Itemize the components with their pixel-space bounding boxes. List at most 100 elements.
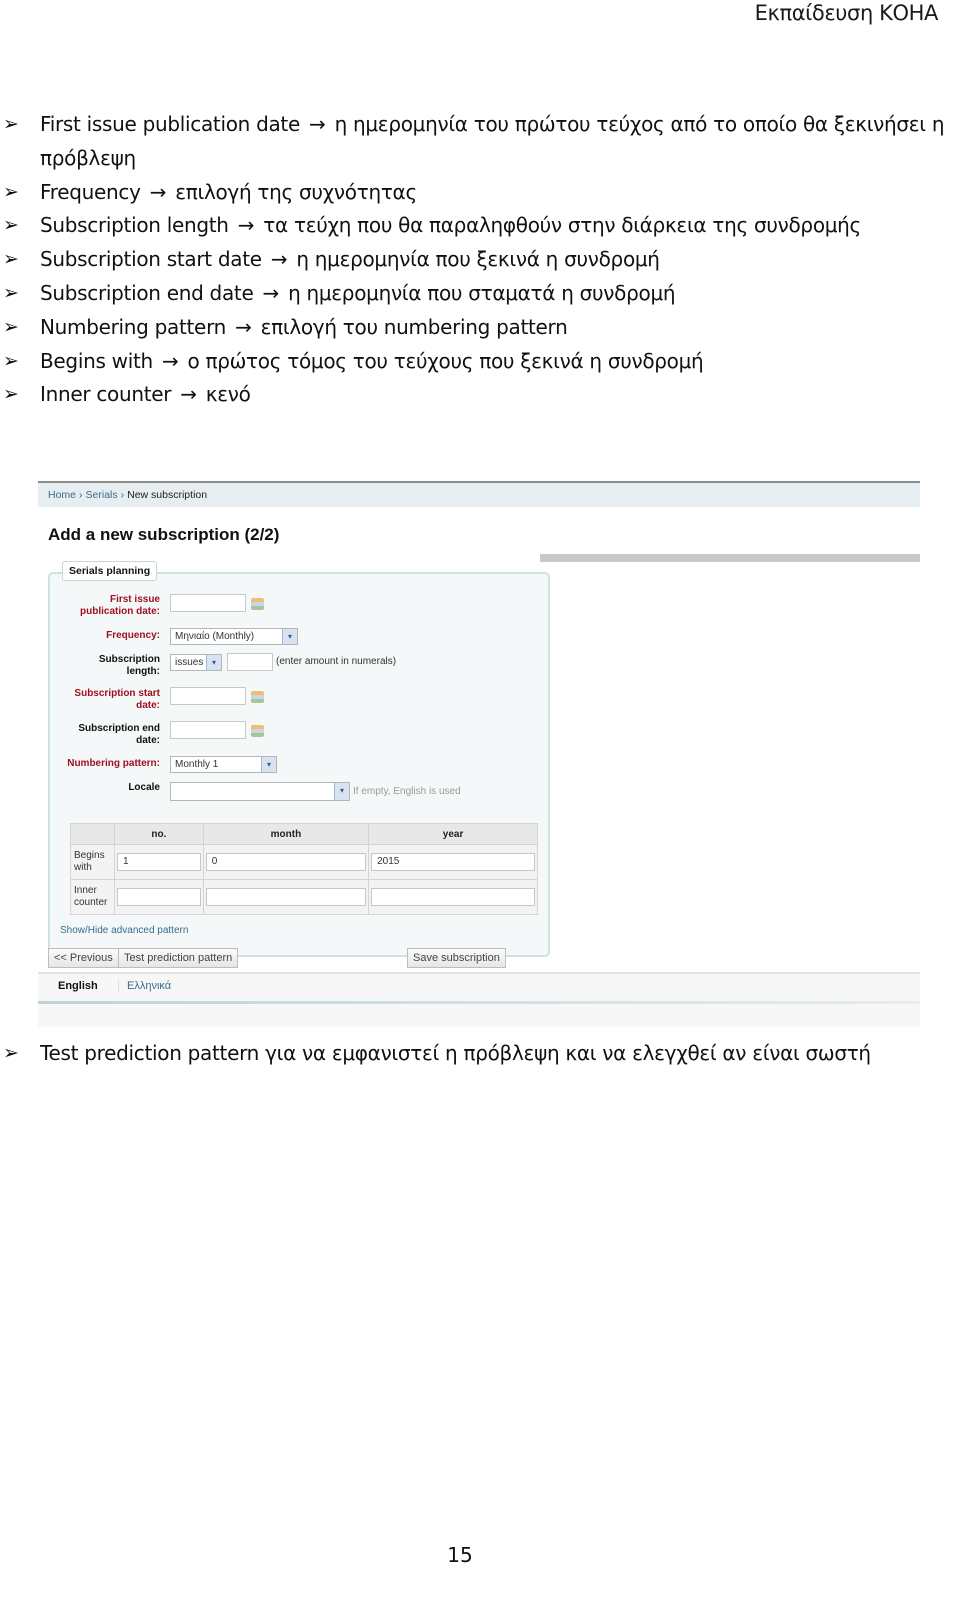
right-arrow-icon: → — [149, 179, 167, 204]
pattern-table: no. month year Begins with 1 0 2015 Inne… — [70, 823, 538, 915]
inner-counter-no-input[interactable] — [117, 888, 201, 906]
list-item: ➢ Inner counter → κενό — [0, 378, 960, 412]
start-date-label: Subscription start date: — [74, 688, 160, 711]
list-item: ➢ Numbering pattern → επιλογή του number… — [0, 311, 960, 345]
bullet-arrow-icon: ➢ — [3, 113, 19, 135]
table-header-row: no. month year — [70, 823, 538, 845]
calendar-icon[interactable] — [251, 691, 264, 703]
column-header: year — [368, 823, 538, 845]
bullet-term: First issue publication date — [40, 112, 300, 136]
numbering-pattern-select[interactable]: Monthly 1 ▾ — [170, 756, 277, 773]
subscription-length-input[interactable] — [227, 653, 273, 671]
page-number: 15 — [447, 1543, 473, 1567]
chevron-down-icon: ▾ — [282, 629, 297, 644]
list-item: ➢ Frequency → επιλογή της συχνότητας — [0, 176, 960, 210]
test-prediction-button[interactable]: Test prediction pattern — [118, 948, 239, 968]
field-description-list: ➢ First issue publication date → η ημερο… — [0, 108, 960, 412]
serials-planning-fieldset: Serials planning First issue publication… — [48, 561, 550, 957]
first-issue-date-input[interactable] — [170, 594, 246, 612]
bullet-term: Inner counter — [40, 382, 172, 407]
table-row: Begins with 1 0 2015 — [70, 844, 538, 880]
bullet-term: Subscription start date — [40, 247, 262, 272]
right-arrow-icon: → — [309, 112, 326, 136]
end-date-input[interactable] — [170, 721, 246, 739]
bullet-term: Subscription end date — [40, 280, 254, 305]
chevron-down-icon: ▾ — [206, 655, 221, 670]
bullet-term: Begins with — [40, 348, 153, 373]
breadcrumb-home-link[interactable]: Home — [48, 489, 76, 501]
language-greek-link[interactable]: Ελληνικά — [118, 980, 171, 992]
save-subscription-button[interactable]: Save subscription — [407, 948, 506, 968]
bullet-desc: τα τεύχη που θα παραληφθούν στην διάρκει… — [263, 213, 861, 238]
language-english[interactable]: English — [58, 980, 98, 992]
inner-counter-month-input[interactable] — [205, 888, 367, 906]
bullet-term: Frequency — [40, 179, 141, 204]
right-arrow-icon: → — [262, 280, 280, 305]
inner-counter-year-input[interactable] — [371, 888, 535, 906]
bullet-arrow-icon: ➢ — [3, 1042, 19, 1064]
begins-with-year-input[interactable]: 2015 — [371, 853, 535, 871]
table-row: Inner counter — [70, 879, 538, 915]
end-date-label: Subscription end date: — [78, 723, 160, 746]
bullet-desc: η ημερομηνία που σταματά η συνδρομή — [288, 280, 676, 305]
bullet-desc: η ημερομηνία που ξεκινά η συνδρομή — [296, 247, 660, 272]
calendar-icon[interactable] — [251, 725, 264, 737]
right-arrow-icon: → — [161, 348, 179, 373]
right-arrow-icon: → — [270, 247, 288, 272]
bullet-arrow-icon: ➢ — [3, 315, 19, 338]
chevron-down-icon: ▾ — [334, 783, 349, 800]
koha-screenshot: Home › Serials › New subscription Add a new … — [38, 481, 920, 1027]
frequency-label: Frequency: — [106, 630, 160, 641]
column-header: month — [202, 823, 370, 845]
previous-button[interactable]: << Previous — [48, 948, 119, 968]
bullet-arrow-icon: ➢ — [3, 383, 19, 406]
list-item: ➢ Subscription length → τα τεύχη που θα … — [0, 209, 960, 243]
column-header: no. — [114, 823, 204, 845]
bullet-desc: για να εμφανιστεί η πρόβλεψη και να ελεγ… — [265, 1041, 871, 1065]
divider-bar — [540, 554, 920, 562]
show-hide-advanced-link[interactable]: Show/Hide advanced pattern — [60, 925, 188, 936]
numbering-pattern-label: Numbering pattern: — [67, 758, 160, 769]
right-arrow-icon: → — [235, 314, 252, 339]
subscription-length-unit-select[interactable]: issues ▾ — [170, 654, 222, 671]
list-item: ➢ Subscription end date → η ημερομηνία π… — [0, 277, 960, 311]
subscription-length-hint: (enter amount in numerals) — [276, 656, 397, 667]
locale-select[interactable]: ▾ — [170, 782, 350, 801]
breadcrumb-serials-link[interactable]: Serials — [86, 489, 118, 501]
fieldset-legend: Serials planning — [62, 561, 158, 581]
page-title: Add a new subscription (2/2) — [48, 525, 280, 544]
footer-divider — [38, 1001, 920, 1004]
column-header-empty — [70, 823, 115, 845]
language-footer: English Ελληνικά — [38, 972, 920, 1027]
bullet-arrow-icon: ➢ — [3, 349, 19, 372]
bullet-desc: επιλογή της συχνότητας — [175, 179, 417, 204]
breadcrumb-separator: › — [79, 489, 83, 501]
locale-hint: If empty, English is used — [353, 786, 461, 797]
subscription-length-label: Subscription length: — [98, 654, 160, 677]
bullet-arrow-icon: ➢ — [3, 248, 19, 271]
right-arrow-icon: → — [237, 213, 255, 238]
right-arrow-icon: → — [180, 382, 197, 407]
bullet-arrow-icon: ➢ — [3, 281, 19, 304]
bullet-term: Numbering pattern — [40, 314, 227, 339]
list-item: ➢ First issue publication date → η ημερο… — [0, 108, 960, 176]
bullet-term: Subscription length — [40, 213, 229, 238]
start-date-input[interactable] — [170, 687, 246, 705]
bullet-desc: επιλογή του numbering pattern — [260, 314, 568, 339]
bullet-arrow-icon: ➢ — [3, 214, 19, 237]
page-header-title: Εκπαίδευση ΚΟΗΑ — [754, 1, 939, 25]
bullet-arrow-icon: ➢ — [3, 180, 19, 203]
begins-with-month-input[interactable]: 0 — [205, 853, 367, 871]
frequency-select[interactable]: Μηνιαίο (Monthly) ▾ — [170, 628, 298, 645]
bullet-desc: ο πρώτος τόμος του τεύχους που ξεκινά η … — [187, 348, 704, 373]
row-label: Inner counter — [70, 879, 115, 915]
breadcrumb-separator: › — [120, 489, 125, 501]
bullet-term: Test prediction pattern — [40, 1041, 260, 1065]
breadcrumb-current: New subscription — [127, 489, 208, 501]
list-item: ➢ Subscription start date → η ημερομηνία… — [0, 243, 960, 277]
chevron-down-icon: ▾ — [261, 757, 276, 772]
calendar-icon[interactable] — [251, 598, 264, 610]
bullet-desc: κενό — [205, 382, 251, 407]
begins-with-no-input[interactable]: 1 — [117, 853, 201, 871]
breadcrumb: Home › Serials › New subscription — [38, 483, 920, 507]
